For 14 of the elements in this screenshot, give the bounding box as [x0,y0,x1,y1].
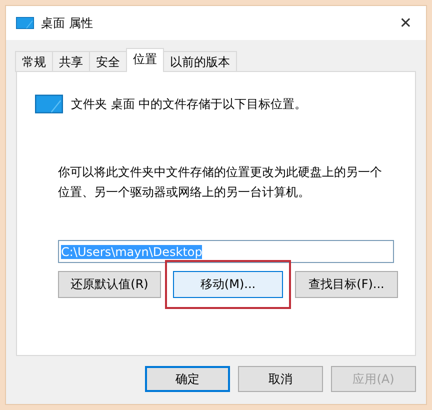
action-button[interactable]: 移动(M)... [173,271,283,298]
action-button[interactable]: 查找目标(F)... [295,271,398,298]
tab[interactable]: 常规 [15,51,53,72]
dialog-button[interactable]: 确定 [145,366,230,392]
folder-icon [16,17,34,29]
description-text: 你可以将此文件夹中文件存储的位置更改为此硬盘上的另一个位置、另一个驱动器或网络上的另一台计算机。 [58,164,383,201]
tab[interactable]: 以前的版本 [163,51,237,72]
tab[interactable]: 位置 [126,48,164,72]
action-button[interactable]: 还原默认值(R) [58,271,161,298]
folder-icon [35,94,63,114]
dialog-button[interactable]: 取消 [238,366,323,392]
window-title: 桌面 属性 [41,14,94,32]
location-caption: 文件夹 桌面 中的文件存储于以下目标位置。 [71,96,307,112]
close-button[interactable]: ✕ [395,14,416,32]
